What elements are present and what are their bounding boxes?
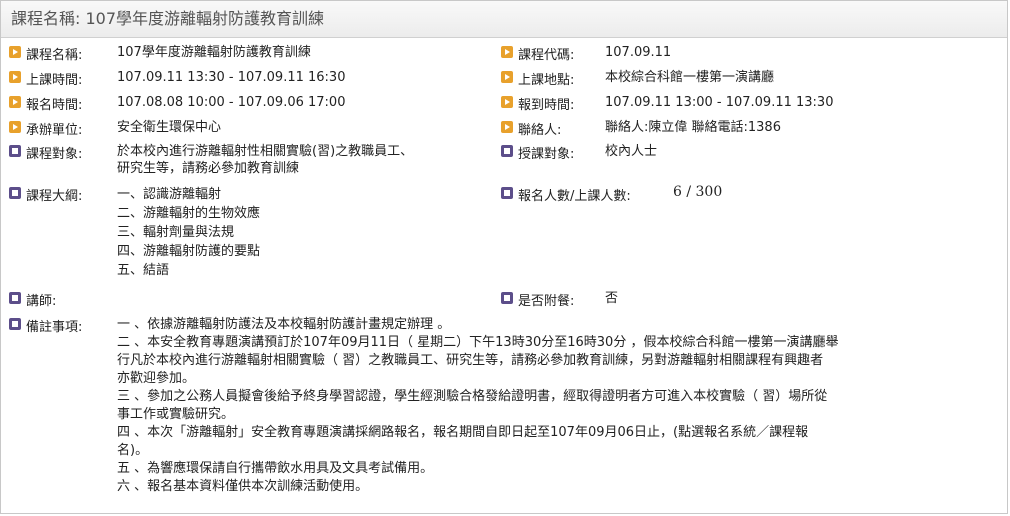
outline-list: 一、認識游離輻射 二、游離輻射的生物效應 三、輻射劑量與法規 四、游離輻射防護的…: [117, 185, 260, 280]
arrow-bullet-icon: [9, 46, 21, 58]
enrollment-value: 6 / 300: [673, 184, 723, 200]
signup-time-value: 107.08.08 10:00 - 107.09.06 17:00: [117, 95, 346, 110]
notes-line: 六 、報名基本資料僅供本次訓練活動使用。: [117, 479, 369, 494]
notes-line: 名)。: [117, 443, 149, 458]
square-bullet-icon: [9, 318, 21, 330]
notes-line: 亦歡迎參加。: [117, 371, 196, 386]
arrow-bullet-icon: [9, 121, 21, 133]
arrow-bullet-icon: [501, 46, 513, 58]
arrow-bullet-icon: [9, 71, 21, 83]
square-bullet-icon: [9, 145, 21, 157]
arrow-bullet-icon: [501, 71, 513, 83]
contact-label: 聯絡人:: [518, 123, 562, 138]
arrow-bullet-icon: [9, 96, 21, 108]
square-bullet-icon: [501, 292, 513, 304]
notes-line: 事工作或實驗研究。: [117, 407, 235, 422]
square-bullet-icon: [501, 145, 513, 157]
course-name-value: 107學年度游離輻射防護教育訓練: [117, 45, 311, 60]
outline-item: 二、游離輻射的生物效應: [117, 206, 261, 221]
location-value: 本校綜合科館一樓第一演講廳: [605, 70, 775, 85]
outline-item: 五、結語: [117, 263, 170, 278]
class-time-value: 107.09.11 13:30 - 107.09.11 16:30: [117, 70, 346, 85]
checkin-time-value: 107.09.11 13:00 - 107.09.11 13:30: [605, 95, 834, 110]
notes-line: 二 、本安全教育專題演講預訂於107年09月11日（ 星期二）下午13時30分至…: [117, 335, 839, 350]
meal-value: 否: [605, 291, 619, 306]
square-bullet-icon: [9, 292, 21, 304]
outline-item: 一、認識游離輻射: [117, 187, 222, 202]
square-bullet-icon: [9, 187, 21, 199]
course-code-label: 課程代碼:: [518, 48, 575, 63]
notes-line: 一 、依據游離輻射防護法及本校輻射防護計畫規定辦理 。: [117, 317, 451, 332]
audience-label: 授課對象:: [518, 147, 575, 162]
signup-time-label: 報名時間:: [26, 98, 83, 113]
notes-line: 四 、本次「游離輻射」安全教育專題演講採網路報名，報名期間自即日起至107年09…: [117, 425, 809, 440]
organizer-label: 承辦單位:: [26, 123, 83, 138]
enrollment-label: 報名人數/上課人數:: [518, 189, 631, 204]
arrow-bullet-icon: [501, 96, 513, 108]
checkin-time-label: 報到時間:: [518, 98, 575, 113]
outline-item: 四、游離輻射防護的要點: [117, 244, 261, 259]
course-code-value: 107.09.11: [605, 45, 672, 60]
meal-label: 是否附餐:: [518, 294, 575, 309]
notes-content: 一 、依據游離輻射防護法及本校輻射防護計畫規定辦理 。 二 、本安全教育專題演講…: [117, 316, 997, 496]
class-time-label: 上課時間:: [26, 73, 83, 88]
location-label: 上課地點:: [518, 73, 575, 88]
target-label: 課程對象:: [26, 147, 83, 162]
course-name-label: 課程名稱:: [26, 48, 83, 63]
contact-value: 聯絡人:陳立偉 聯絡電話:1386: [605, 120, 781, 135]
arrow-bullet-icon: [501, 121, 513, 133]
outline-label: 課程大綱:: [26, 189, 83, 204]
notes-line: 三 、參加之公務人員擬會後給予終身學習認證，學生經測驗合格發給證明書，經取得證明…: [117, 389, 828, 404]
target-line: 研究生等，請務必參加教育訓練: [117, 161, 300, 176]
audience-value: 校內人士: [605, 144, 658, 159]
notes-line: 五 、為響應環保請自行攜帶飲水用具及文具考試備用。: [117, 461, 434, 476]
lecturer-label: 講師:: [26, 294, 57, 309]
square-bullet-icon: [501, 187, 513, 199]
course-detail-panel: 課程名稱: 107學年度游離輻射防護教育訓練 課程名稱: 107學年度游離輻射防…: [0, 0, 1008, 514]
notes-line: 行凡於本校內進行游離輻射相關實驗（ 習）之教職員工、研究生等，請務必參加教育訓練…: [117, 353, 824, 368]
page-title: 課程名稱: 107學年度游離輻射防護教育訓練: [1, 1, 1007, 38]
outline-item: 三、輻射劑量與法規: [117, 225, 235, 240]
target-value: 於本校內進行游離輻射性相關實驗(習)之教職員工、 研究生等，請務必參加教育訓練: [117, 143, 413, 177]
notes-label: 備註事項:: [26, 320, 83, 335]
organizer-value: 安全衛生環保中心: [117, 120, 222, 135]
target-line: 於本校內進行游離輻射性相關實驗(習)之教職員工、: [117, 144, 414, 159]
